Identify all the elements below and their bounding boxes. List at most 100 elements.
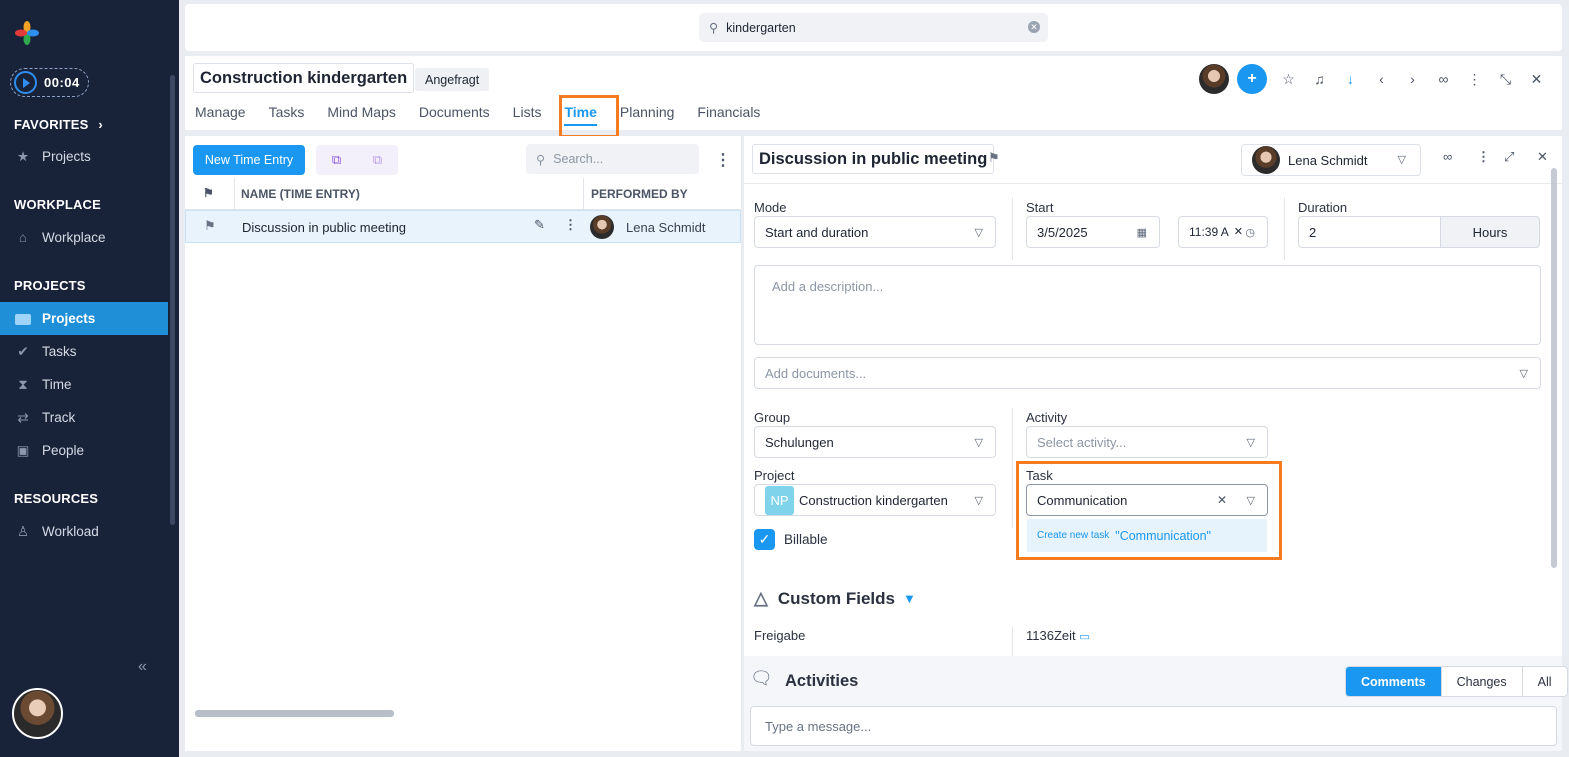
chevron-down-icon: ▽ xyxy=(974,227,983,239)
chevron-right-icon[interactable]: › xyxy=(1397,71,1428,87)
hourglass-icon: ⧗ xyxy=(18,376,28,392)
app-logo[interactable] xyxy=(14,20,40,46)
new-time-entry-button[interactable]: New Time Entry xyxy=(193,145,305,175)
duration-unit-select[interactable]: Hours xyxy=(1440,216,1540,248)
sidebar-item-track[interactable]: ⇄ Track xyxy=(0,401,168,434)
mode-select[interactable]: Start and duration ▽ xyxy=(754,216,996,248)
close-icon[interactable]: ✕ xyxy=(1537,149,1548,165)
download-icon[interactable]: ↓ xyxy=(1335,71,1366,87)
table-row[interactable]: ⚑ Discussion in public meeting ✎ ⋮ Lena … xyxy=(185,210,741,243)
star-icon[interactable]: ☆ xyxy=(1273,71,1304,88)
task-highlight xyxy=(1016,461,1282,560)
sidebar-item-label: Time xyxy=(42,377,72,392)
activities-panel: 🗨 Activities Comments Changes All Type a… xyxy=(744,656,1568,751)
start-time-field[interactable]: 11:39 A ✕ ◷ xyxy=(1178,216,1268,248)
sidebar-item-people[interactable]: ▣ People xyxy=(0,434,168,467)
user-avatar[interactable] xyxy=(12,688,63,739)
calendar-icon[interactable]: ▦ xyxy=(1137,226,1147,239)
tab-mind-maps[interactable]: Mind Maps xyxy=(327,104,395,126)
status-badge[interactable]: Angefragt xyxy=(415,68,490,91)
description-textarea[interactable]: Add a description... xyxy=(754,265,1541,345)
documents-select[interactable]: Add documents... ▽ xyxy=(754,357,1541,389)
link-icon[interactable]: ∞ xyxy=(1428,71,1459,87)
chevron-left-icon[interactable]: ‹ xyxy=(1366,71,1397,87)
tab-all[interactable]: All xyxy=(1523,667,1567,696)
group-select[interactable]: Schulungen ▽ xyxy=(754,426,996,458)
more-icon[interactable]: ⋮ xyxy=(1459,71,1490,88)
timer-widget[interactable]: 00:04 xyxy=(10,68,89,97)
divider xyxy=(1284,198,1285,260)
add-button[interactable]: + xyxy=(1237,64,1267,94)
edit-icon[interactable]: ✎ xyxy=(534,217,545,233)
message-input[interactable]: Type a message... xyxy=(750,706,1557,746)
sidebar-item-favorite-projects[interactable]: ★ Projects xyxy=(0,140,168,173)
folder-icon xyxy=(14,310,32,328)
sidebar-scrollbar[interactable] xyxy=(170,75,175,525)
more-icon[interactable]: ⋮ xyxy=(715,150,731,170)
project-select[interactable]: NP Construction kindergarten ▽ xyxy=(754,484,996,516)
search-icon: ⚲ xyxy=(709,21,719,35)
detail-title[interactable]: Discussion in public meeting xyxy=(752,144,995,174)
activity-label: Activity xyxy=(1026,410,1068,425)
sidebar-item-tasks[interactable]: ✔ Tasks xyxy=(0,335,168,368)
flag-icon[interactable]: ⚑ xyxy=(204,218,216,234)
owner-avatar[interactable] xyxy=(1199,64,1229,94)
custom-fields-header[interactable]: △ Custom Fields ▼ xyxy=(754,588,916,609)
copy-icon[interactable]: ⧉ xyxy=(332,152,341,168)
sidebar-item-label: Projects xyxy=(42,149,91,164)
copy-alt-icon[interactable]: ⧉ xyxy=(373,152,382,168)
vertical-scrollbar[interactable] xyxy=(1551,168,1557,568)
start-date-field[interactable]: 3/5/2025 ▦ xyxy=(1026,216,1160,248)
billable-checkbox[interactable]: ✓ xyxy=(754,529,775,550)
flag-icon[interactable]: ⚑ xyxy=(988,150,1000,166)
home-icon: ⌂ xyxy=(18,230,28,245)
horizontal-scrollbar[interactable] xyxy=(195,710,394,717)
divider xyxy=(1012,408,1013,528)
collapse-icon[interactable]: ⤡ xyxy=(1490,71,1521,88)
tab-financials[interactable]: Financials xyxy=(697,104,760,126)
row-performed-by: Lena Schmidt xyxy=(626,220,706,235)
more-icon[interactable]: ⋮ xyxy=(1477,149,1490,165)
more-icon[interactable]: ⋮ xyxy=(564,217,577,233)
chat-icon: 🗨 xyxy=(750,668,773,688)
close-icon[interactable]: ✕ xyxy=(1521,71,1552,88)
activity-select[interactable]: Select activity... ▽ xyxy=(1026,426,1268,458)
sidebar-item-time[interactable]: ⧗ Time xyxy=(0,368,168,401)
tab-lists[interactable]: Lists xyxy=(513,104,542,126)
detail-header: Discussion in public meeting ⚑ Lena Schm… xyxy=(744,136,1562,184)
clear-search-icon[interactable]: ✕ xyxy=(1028,21,1040,33)
bell-icon[interactable]: ♫ xyxy=(1304,71,1335,87)
chevron-down-icon: ▽ xyxy=(1397,154,1406,166)
time-entry-detail: Discussion in public meeting ⚑ Lena Schm… xyxy=(744,136,1568,751)
expand-icon[interactable]: ⤢ xyxy=(1504,149,1514,165)
assignee-select[interactable]: Lena Schmidt ▽ xyxy=(1241,144,1421,176)
global-search-input[interactable]: ⚲ kindergarten ✕ xyxy=(699,13,1048,42)
collapse-sidebar-icon[interactable]: « xyxy=(138,658,147,676)
clear-icon[interactable]: ✕ xyxy=(1234,225,1243,238)
tab-planning[interactable]: Planning xyxy=(620,104,675,126)
header-actions: + ☆ ♫ ↓ ‹ › ∞ ⋮ ⤡ ✕ xyxy=(1199,64,1552,94)
project-title[interactable]: Construction kindergarten xyxy=(193,63,415,93)
sidebar-item-projects[interactable]: Projects xyxy=(0,302,168,335)
chevron-down-icon: ▽ xyxy=(974,495,983,507)
clock-icon[interactable]: ◷ xyxy=(1245,226,1255,239)
sidebar-item-workplace[interactable]: ⌂ Workplace xyxy=(0,221,168,254)
tab-changes[interactable]: Changes xyxy=(1442,667,1523,696)
zeit-label: 1136Zeit ▭ xyxy=(1026,628,1090,643)
sidebar-item-workload[interactable]: ♙ Workload xyxy=(0,515,168,548)
list-search-input[interactable]: ⚲ Search... xyxy=(526,144,699,174)
tab-manage[interactable]: Manage xyxy=(195,104,246,126)
link-icon[interactable]: ∞ xyxy=(1443,149,1452,164)
tab-tasks[interactable]: Tasks xyxy=(269,104,305,126)
column-performed-by[interactable]: PERFORMED BY xyxy=(591,187,688,201)
column-name[interactable]: NAME (TIME ENTRY) xyxy=(241,187,360,201)
play-icon[interactable] xyxy=(14,71,37,94)
flag-icon[interactable]: ⚑ xyxy=(203,186,214,200)
tab-comments[interactable]: Comments xyxy=(1346,667,1442,696)
check-circle-icon: ✔ xyxy=(17,343,29,359)
favorites-heading[interactable]: FAVORITES › xyxy=(14,117,103,132)
shapes-icon: △ xyxy=(754,588,768,608)
freigabe-label: Freigabe xyxy=(754,628,806,643)
tab-documents[interactable]: Documents xyxy=(419,104,490,126)
duration-input[interactable]: 2 xyxy=(1298,216,1441,248)
